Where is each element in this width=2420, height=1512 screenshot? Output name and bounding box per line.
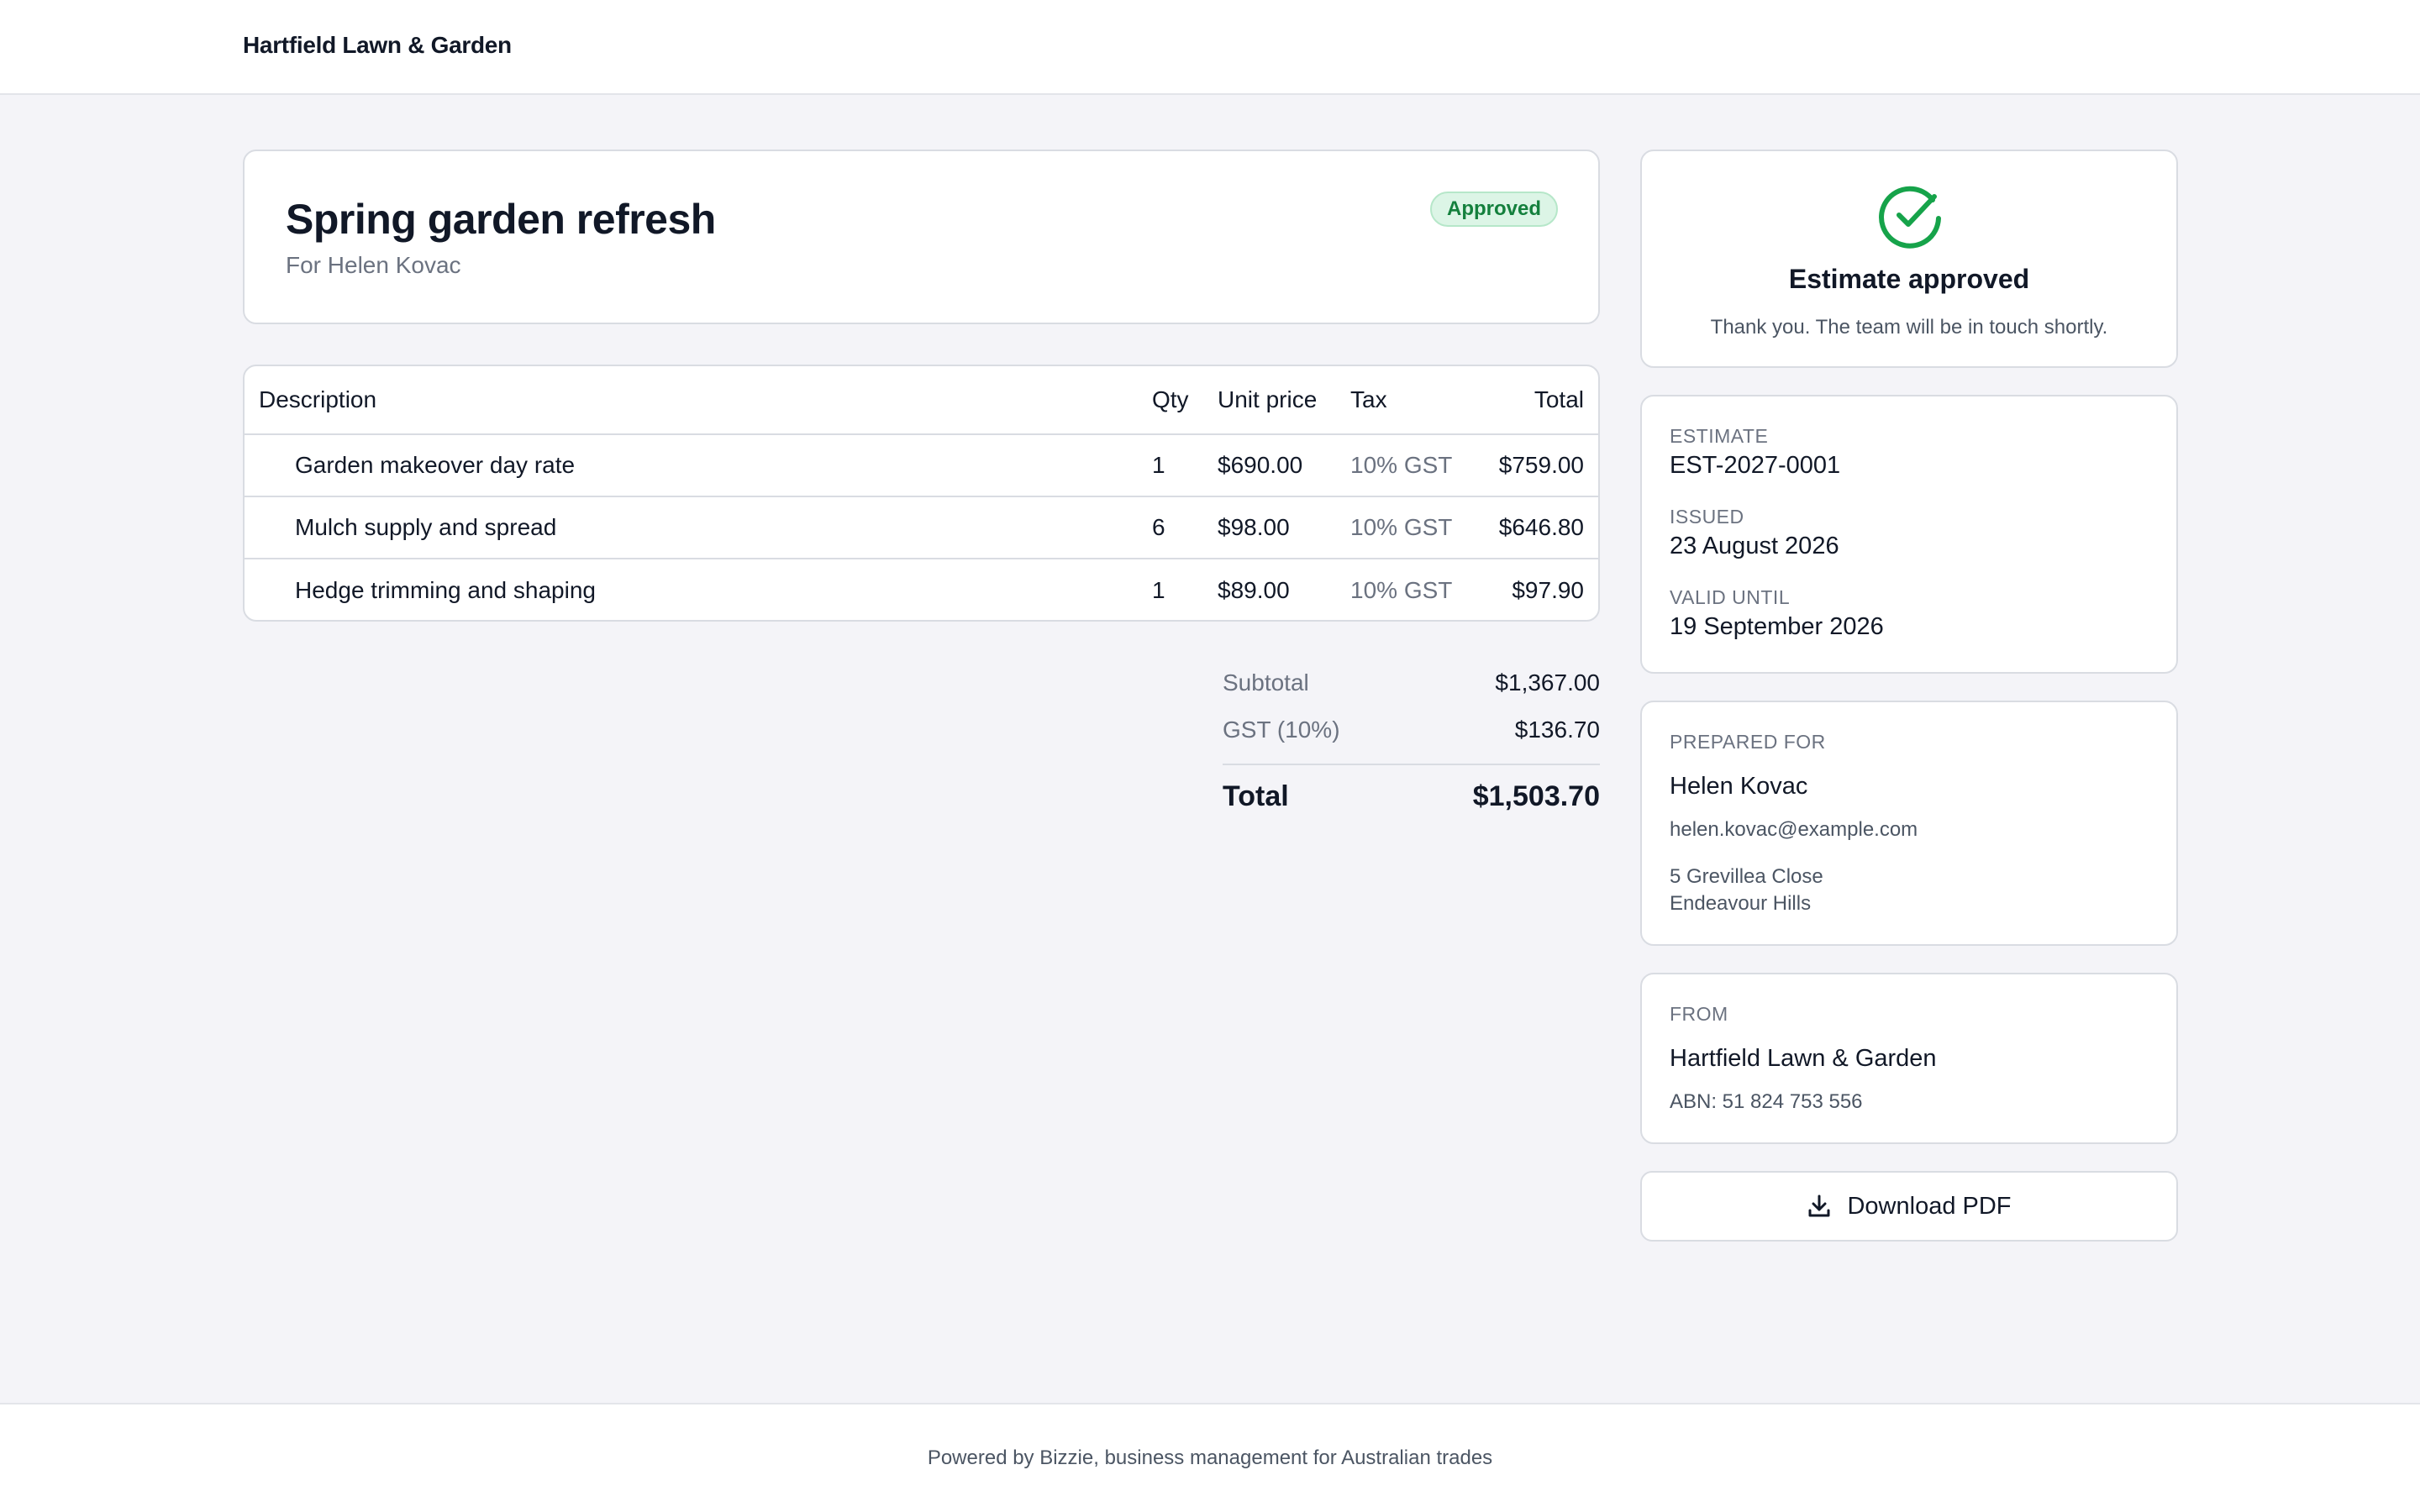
from-label: FROM: [1670, 1003, 1728, 1025]
total-label: Total: [1223, 780, 1289, 812]
table-row: Mulch supply and spread 6 $98.00 10% GST…: [245, 496, 1598, 559]
download-pdf-button[interactable]: Download PDF: [1640, 1171, 2178, 1242]
page-title: Spring garden refresh: [286, 196, 716, 243]
approval-title: Estimate approved: [1788, 264, 2030, 294]
total-value: $1,503.70: [1472, 780, 1600, 812]
footer: Powered by Bizzie, business management f…: [0, 1403, 2420, 1512]
approval-message: Thank you. The team will be in touch sho…: [1710, 316, 2108, 339]
client-email: helen.kovac@example.com: [1670, 818, 1918, 841]
line-items-table: Description Qty Unit price Tax Total Gar…: [243, 365, 1600, 622]
estimate-details-card: ESTIMATE EST-2027-0001 ISSUED 23 August …: [1640, 395, 2178, 674]
issued-date: 23 August 2026: [1670, 533, 1839, 559]
column-header-description: Description: [245, 366, 1152, 435]
top-bar: Hartfield Lawn & Garden: [0, 0, 2420, 95]
gst-value: $136.70: [1514, 717, 1600, 743]
client-address-line1: 5 Grevillea Close: [1670, 865, 1823, 888]
prepared-for-label: PREPARED FOR: [1670, 731, 1826, 753]
client-name: Helen Kovac: [1670, 773, 1808, 800]
footer-text: Powered by Bizzie, business management f…: [927, 1446, 1493, 1469]
column-header-total: Total: [1472, 366, 1598, 435]
estimate-title-card: Spring garden refresh For Helen Kovac Ap…: [243, 150, 1600, 324]
approval-card: Estimate approved Thank you. The team wi…: [1640, 150, 2178, 368]
column-header-qty: Qty: [1152, 366, 1218, 435]
row-tax: 10% GST: [1350, 496, 1472, 559]
row-unit-price: $98.00: [1218, 496, 1350, 559]
subtotal-value: $1,367.00: [1495, 669, 1600, 696]
estimate-number: EST-2027-0001: [1670, 452, 1841, 479]
estimate-subtitle: For Helen Kovac: [286, 252, 461, 278]
row-total: $646.80: [1472, 496, 1598, 559]
subtotal-row: Subtotal $1,367.00: [1223, 659, 1600, 706]
row-tax: 10% GST: [1350, 576, 1453, 603]
row-total: $97.90: [1512, 576, 1584, 603]
from-card: FROM Hartfield Lawn & Garden ABN: 51 824…: [1640, 973, 2178, 1144]
row-unit-price: $89.00: [1218, 576, 1290, 603]
issued-label: ISSUED: [1670, 506, 1744, 528]
business-name: Hartfield Lawn & Garden: [1670, 1045, 1937, 1072]
row-tax: 10% GST: [1350, 434, 1472, 497]
gst-label: GST (10%): [1223, 717, 1340, 743]
table-row: Garden makeover day rate 1 $690.00 10% G…: [245, 434, 1598, 497]
brand-name: Hartfield Lawn & Garden: [243, 32, 512, 58]
row-qty: 1: [1152, 434, 1218, 497]
valid-until-date: 19 September 2026: [1670, 613, 1884, 640]
check-circle-icon: [1879, 186, 1941, 249]
download-pdf-label: Download PDF: [1847, 1192, 2012, 1220]
row-qty: 1: [1152, 576, 1165, 603]
business-abn: ABN: 51 824 753 556: [1670, 1090, 1863, 1113]
gst-row: GST (10%) $136.70: [1223, 706, 1600, 753]
row-total: $759.00: [1472, 434, 1598, 497]
column-header-unit-price: Unit price: [1218, 366, 1350, 435]
valid-until-label: VALID UNTIL: [1670, 586, 1791, 608]
table-row: Hedge trimming and shaping 1 $89.00 10% …: [245, 559, 1598, 620]
subtotal-label: Subtotal: [1223, 669, 1309, 696]
status-badge: Approved: [1429, 192, 1558, 227]
table-header-row: Description Qty Unit price Tax Total: [245, 366, 1598, 435]
row-description: Hedge trimming and shaping: [295, 576, 596, 603]
row-unit-price: $690.00: [1218, 434, 1350, 497]
totals-summary: Subtotal $1,367.00 GST (10%) $136.70 Tot…: [1223, 659, 1600, 813]
download-icon: [1808, 1194, 1830, 1217]
row-qty: 6: [1152, 496, 1218, 559]
prepared-for-card: PREPARED FOR Helen Kovac helen.kovac@exa…: [1640, 701, 2178, 946]
totals-divider: [1223, 764, 1600, 765]
estimate-number-label: ESTIMATE: [1670, 425, 1769, 447]
column-header-tax: Tax: [1350, 366, 1472, 435]
row-description: Mulch supply and spread: [245, 496, 1152, 559]
grand-total-row: Total $1,503.70: [1223, 780, 1600, 813]
client-address-line2: Endeavour Hills: [1670, 892, 1812, 915]
row-description: Garden makeover day rate: [245, 434, 1152, 497]
